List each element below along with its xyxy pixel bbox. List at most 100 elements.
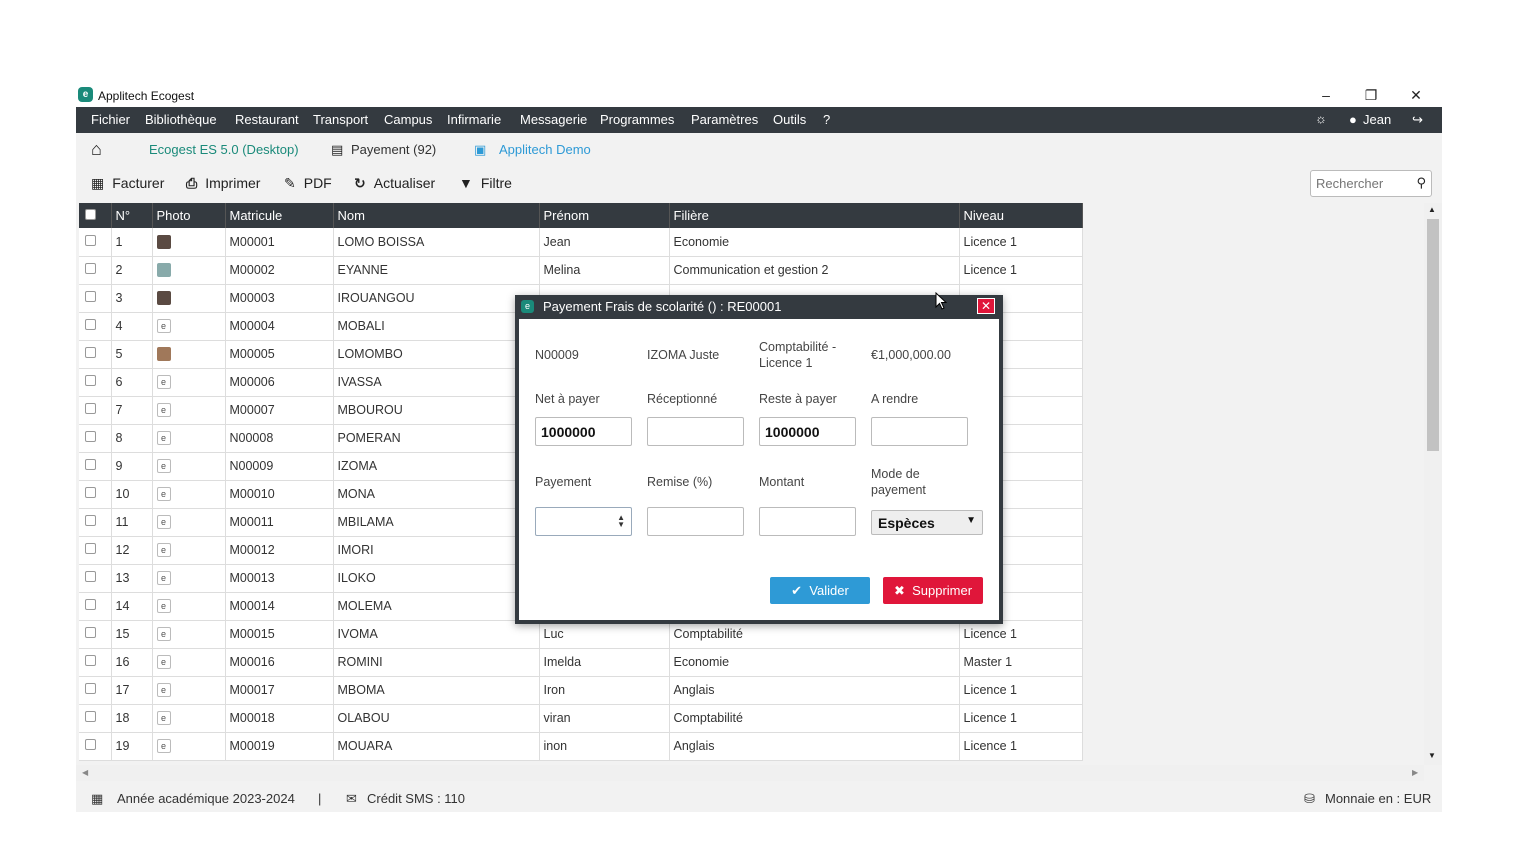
row-select-cell[interactable] <box>79 536 112 565</box>
row-checkbox[interactable] <box>85 627 96 638</box>
table-row[interactable]: 15 e M00015 IVOMA Luc Comptabilité Licence 1 <box>79 620 1083 649</box>
row-select-cell[interactable] <box>79 368 112 397</box>
row-select-cell[interactable] <box>79 620 112 649</box>
row-checkbox[interactable] <box>85 319 96 330</box>
menu-parametres[interactable]: Paramètres <box>691 112 758 127</box>
row-select-cell[interactable] <box>79 424 112 453</box>
scroll-down-icon[interactable]: ▼ <box>1428 751 1436 760</box>
scroll-left-icon[interactable]: ◀ <box>82 768 88 777</box>
table-row[interactable]: 19 e M00019 MOUARA inon Anglais Licence 1 <box>79 732 1083 761</box>
col-matricule[interactable]: Matricule <box>225 203 334 228</box>
menu-outils[interactable]: Outils <box>773 112 806 127</box>
table-row[interactable]: 16 e M00016 ROMINI Imelda Economie Master 1 <box>79 648 1083 677</box>
table-row[interactable]: 1 M00001 LOMO BOISSA Jean Economie Licence 1 <box>79 228 1083 257</box>
col-niveau[interactable]: Niveau <box>959 203 1083 228</box>
remise-field[interactable] <box>647 507 744 536</box>
select-all-checkbox[interactable] <box>85 209 96 220</box>
menu-restaurant[interactable]: Restaurant <box>235 112 299 127</box>
row-select-cell[interactable] <box>79 592 112 621</box>
row-checkbox[interactable] <box>85 347 96 358</box>
table-row[interactable]: 2 M00002 EYANNE Melina Communication et gest… <box>79 256 1083 285</box>
mode-select[interactable]: Espèces ▼ <box>871 510 983 535</box>
dialog-close-icon[interactable]: ✕ <box>977 298 995 314</box>
col-prenom[interactable]: Prénom <box>539 203 670 228</box>
restore-icon[interactable]: ❐ <box>1349 84 1393 107</box>
menu-infirmarie[interactable]: Infirmarie <box>447 112 501 127</box>
row-checkbox[interactable] <box>85 263 96 274</box>
imprimer-button[interactable]: ⎙ Imprimer <box>186 175 260 192</box>
bug-icon[interactable]: ☼ <box>1315 111 1327 126</box>
menu-programmes[interactable]: Programmes <box>600 112 674 127</box>
montant-field[interactable] <box>759 507 856 536</box>
row-checkbox[interactable] <box>85 459 96 470</box>
menu-transport[interactable]: Transport <box>313 112 368 127</box>
row-checkbox[interactable] <box>85 543 96 554</box>
row-select-cell[interactable] <box>79 396 112 425</box>
row-checkbox[interactable] <box>85 655 96 666</box>
row-checkbox[interactable] <box>85 599 96 610</box>
row-checkbox[interactable] <box>85 291 96 302</box>
row-select-cell[interactable] <box>79 312 112 341</box>
row-select-cell[interactable] <box>79 508 112 537</box>
user-name[interactable]: Jean <box>1363 112 1391 127</box>
row-checkbox[interactable] <box>85 431 96 442</box>
breadcrumb-section[interactable]: Payement (92) <box>351 142 436 157</box>
logout-icon[interactable]: ↪ <box>1412 112 1423 128</box>
close-icon[interactable]: ✕ <box>1394 84 1438 107</box>
search-input[interactable] <box>1311 171 1407 196</box>
row-checkbox[interactable] <box>85 234 96 246</box>
vertical-scrollbar[interactable]: ▲ ▼ <box>1424 203 1442 765</box>
stepper-arrows-icon[interactable]: ▲ ▼ <box>617 514 625 529</box>
row-checkbox[interactable] <box>85 571 96 582</box>
valider-button[interactable]: ✔ Valider <box>770 577 870 604</box>
pdf-button[interactable]: ✎ PDF <box>284 175 332 192</box>
row-checkbox[interactable] <box>85 515 96 526</box>
row-select-cell[interactable] <box>79 564 112 593</box>
filtre-button[interactable]: ▼ Filtre <box>459 175 512 191</box>
minimize-icon[interactable]: – <box>1304 84 1348 107</box>
row-checkbox[interactable] <box>85 711 96 722</box>
row-select-cell[interactable] <box>79 676 112 705</box>
scroll-up-icon[interactable]: ▲ <box>1428 205 1436 214</box>
row-checkbox[interactable] <box>85 683 96 694</box>
row-select-cell[interactable] <box>79 452 112 481</box>
table-row[interactable]: 18 e M00018 OLABOU viran Comptabilité Licence … <box>79 704 1083 733</box>
select-all-header[interactable] <box>79 203 112 228</box>
recu-field[interactable] <box>647 417 744 446</box>
row-checkbox[interactable] <box>85 375 96 386</box>
scrollbar-thumb[interactable] <box>1427 219 1439 451</box>
row-select-cell[interactable] <box>79 340 112 369</box>
row-select-cell[interactable] <box>79 648 112 677</box>
actualiser-button[interactable]: ↻ Actualiser <box>354 175 435 192</box>
col-filiere[interactable]: Filière <box>669 203 960 228</box>
horizontal-scrollbar[interactable]: ◀ ▶ <box>76 765 1424 781</box>
col-nom[interactable]: Nom <box>333 203 540 228</box>
table-row[interactable]: 17 e M00017 MBOMA Iron Anglais Licence 1 <box>79 676 1083 705</box>
row-select-cell[interactable] <box>79 284 112 313</box>
row-select-cell[interactable] <box>79 228 112 257</box>
menu-help[interactable]: ? <box>823 112 830 127</box>
row-select-cell[interactable] <box>79 480 112 509</box>
row-select-cell[interactable] <box>79 704 112 733</box>
row-checkbox[interactable] <box>85 739 96 750</box>
home-icon[interactable]: ⌂ <box>91 139 102 160</box>
menu-bibliotheque[interactable]: Bibliothèque <box>145 112 217 127</box>
col-numero[interactable]: N° <box>111 203 153 228</box>
net-field[interactable]: 1000000 <box>535 417 632 446</box>
menu-messagerie[interactable]: Messagerie <box>520 112 587 127</box>
breadcrumb-app[interactable]: Ecogest ES 5.0 (Desktop) <box>149 142 299 157</box>
reste-field[interactable]: 1000000 <box>759 417 856 446</box>
col-photo[interactable]: Photo <box>152 203 226 228</box>
row-select-cell[interactable] <box>79 256 112 285</box>
breadcrumb-org[interactable]: Applitech Demo <box>499 142 591 157</box>
scroll-right-icon[interactable]: ▶ <box>1412 768 1418 777</box>
payement-stepper[interactable]: ▲ ▼ <box>535 507 632 536</box>
menu-campus[interactable]: Campus <box>384 112 432 127</box>
row-checkbox[interactable] <box>85 487 96 498</box>
row-checkbox[interactable] <box>85 403 96 414</box>
menu-fichier[interactable]: Fichier <box>91 112 130 127</box>
facturer-button[interactable]: ▦ Facturer <box>91 175 164 192</box>
row-select-cell[interactable] <box>79 732 112 761</box>
supprimer-button[interactable]: ✖ Supprimer <box>883 577 983 604</box>
rendre-field[interactable] <box>871 417 968 446</box>
